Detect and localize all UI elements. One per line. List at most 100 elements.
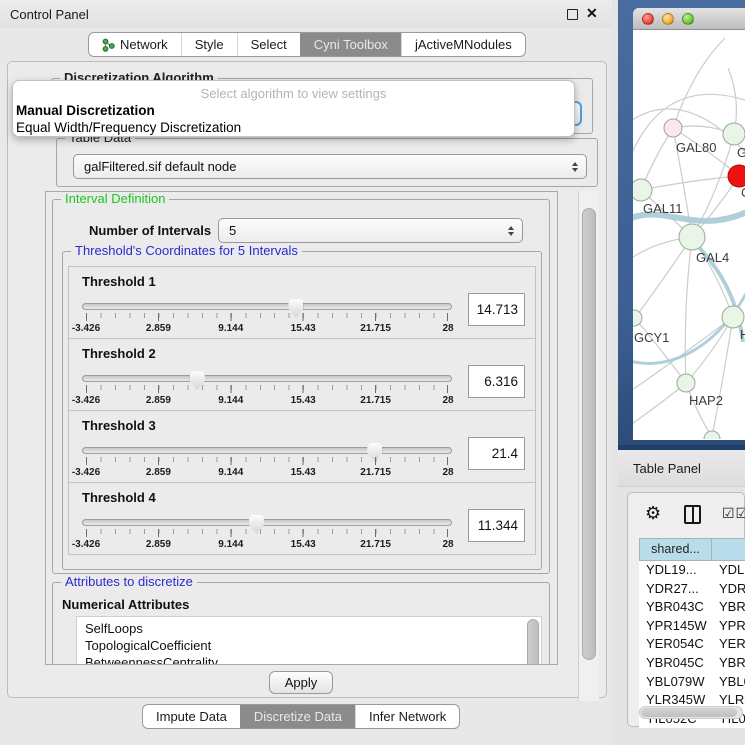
thresholds-group: Threshold's Coordinates for 5 Intervals … <box>62 251 542 570</box>
threshold-2-value-field[interactable]: 6.316 <box>468 365 525 398</box>
checkbox-icons[interactable]: ☑☑ <box>722 506 745 522</box>
menu-item-equal-width-frequency[interactable]: Equal Width/Frequency Discretization <box>16 120 241 135</box>
cell[interactable]: YDL19... <box>639 561 712 580</box>
menu-item-manual-discretization[interactable]: Manual Discretization <box>16 103 155 118</box>
cell[interactable]: YER054C <box>639 635 712 654</box>
scale-tick-label: 9.144 <box>218 539 243 550</box>
table-row[interactable]: YDL19...YDL1 <box>639 561 745 580</box>
slider-ticks <box>86 385 448 393</box>
slider-track[interactable] <box>82 447 452 454</box>
threshold-4-value-field[interactable]: 11.344 <box>468 509 525 542</box>
node-partial-top-right[interactable] <box>723 123 745 145</box>
cell[interactable]: YPR1 <box>712 617 745 636</box>
scale-tick-label: 2.859 <box>146 395 171 406</box>
table-panel-inner: ⚙ ☑☑ shared... n YDL19...YDL1 YDR27...YD… <box>627 492 745 727</box>
threshold-1-value-field[interactable]: 14.713 <box>468 293 525 326</box>
threshold-3-slider[interactable]: -3.426 2.859 9.144 15.43 21.715 28 <box>82 442 452 482</box>
float-window-icon[interactable] <box>567 9 578 20</box>
node-gal80[interactable] <box>664 119 682 137</box>
table-row[interactable]: YER054CYER0 <box>639 635 745 654</box>
network-canvas[interactable]: GAL80 G C GAL11 GAL4 GCY1 H HAP2 <box>633 30 745 439</box>
node-partial-bottom[interactable] <box>704 431 720 439</box>
threshold-2-label: Threshold 2 <box>82 346 525 361</box>
column-header-shared-name[interactable]: shared... <box>639 538 712 561</box>
number-of-intervals-spinner[interactable]: 5 <box>218 218 523 243</box>
node-label-gal80: GAL80 <box>676 140 716 155</box>
tab-cyni-toolbox[interactable]: Cyni Toolbox <box>300 33 401 56</box>
tab-impute-data[interactable]: Impute Data <box>143 705 240 728</box>
columns-icon[interactable] <box>684 505 701 524</box>
scale-tick-label: 21.715 <box>360 395 391 406</box>
threshold-3-value-field[interactable]: 21.4 <box>468 437 525 470</box>
threshold-2-slider[interactable]: -3.426 2.859 9.144 15.43 21.715 28 <box>82 370 452 410</box>
column-header-name[interactable]: n <box>712 538 745 561</box>
node-gcy1[interactable] <box>633 310 642 326</box>
threshold-row-4: Threshold 4 -3.426 2.859 9.144 <box>68 482 536 555</box>
list-item[interactable]: TopologicalCoefficient <box>85 637 541 654</box>
slider-track[interactable] <box>82 303 452 310</box>
control-panel-titlebar: Control Panel ✕ <box>0 0 612 28</box>
cell[interactable]: YDR2 <box>712 580 745 599</box>
bottom-tab-bar: Impute Data Discretize Data Infer Networ… <box>142 704 460 729</box>
close-traffic-light-icon[interactable] <box>642 13 654 25</box>
node-partial-right[interactable] <box>722 306 744 328</box>
minimize-traffic-light-icon[interactable] <box>662 13 674 25</box>
slider-ticks <box>86 313 448 321</box>
table-header-row: shared... n <box>639 538 745 561</box>
tab-network-label: Network <box>120 37 168 52</box>
table-row[interactable]: YBL079WYBL0 <box>639 673 745 692</box>
table-data-combobox[interactable]: galFiltered.sif default node <box>73 154 587 179</box>
cell[interactable]: YBR045C <box>639 654 712 673</box>
cell[interactable]: YBR043C <box>639 598 712 617</box>
threshold-4-slider[interactable]: -3.426 2.859 9.144 15.43 21.715 28 <box>82 514 452 554</box>
scale-tick-label: 28 <box>442 323 453 334</box>
threshold-1-slider[interactable]: -3.426 2.859 9.144 15.43 21.715 28 <box>82 298 452 338</box>
panel-title: Control Panel <box>10 7 89 22</box>
slider-track[interactable] <box>82 519 452 526</box>
table-row[interactable]: YBR045CYBR0 <box>639 654 745 673</box>
tab-select-label: Select <box>251 37 287 52</box>
settings-scrollbar[interactable] <box>578 191 599 701</box>
network-graph: GAL80 G C GAL11 GAL4 GCY1 H HAP2 <box>633 30 745 439</box>
node-gal11[interactable] <box>633 179 652 201</box>
table-row[interactable]: YBR043CYBR0 <box>639 598 745 617</box>
tab-select[interactable]: Select <box>237 33 300 56</box>
cell[interactable]: YBR0 <box>712 598 745 617</box>
table-horizontal-scrollbar[interactable] <box>639 706 743 719</box>
interval-definition-group: Interval Definition Number of Intervals … <box>52 199 550 574</box>
cell[interactable]: YDR27... <box>639 580 712 599</box>
tab-infer-network[interactable]: Infer Network <box>355 705 459 728</box>
slider-track[interactable] <box>82 375 452 382</box>
cell[interactable]: YPR145W <box>639 617 712 636</box>
node-hap2[interactable] <box>677 374 695 392</box>
list-scrollbar[interactable] <box>527 619 539 665</box>
node-gal4[interactable] <box>679 224 705 250</box>
node-selected-red[interactable] <box>728 165 745 187</box>
cell[interactable]: YER0 <box>712 635 745 654</box>
algorithm-dropdown-popup: Select algorithm to view settings Manual… <box>12 80 575 137</box>
list-item[interactable]: SelfLoops <box>85 620 541 637</box>
table-row[interactable]: YPR145WYPR1 <box>639 617 745 636</box>
cell[interactable]: YBL079W <box>639 673 712 692</box>
list-item[interactable]: BetweennessCentrality <box>85 654 541 665</box>
apply-button[interactable]: Apply <box>269 671 333 694</box>
table-row[interactable]: YDR27...YDR2 <box>639 580 745 599</box>
table-panel-titlebar: Table Panel <box>618 450 745 487</box>
tab-style[interactable]: Style <box>181 33 237 56</box>
scrollbar-thumb[interactable] <box>641 708 737 717</box>
gear-icon[interactable]: ⚙ <box>645 503 661 524</box>
network-tab-icon <box>102 38 115 52</box>
scale-tick-label: 28 <box>442 467 453 478</box>
scrollbar-thumb[interactable] <box>582 208 596 660</box>
cell[interactable]: YBL0 <box>712 673 745 692</box>
zoom-traffic-light-icon[interactable] <box>682 13 694 25</box>
numerical-attributes-list[interactable]: SelfLoops TopologicalCoefficient Between… <box>76 616 542 665</box>
tab-discretize-data[interactable]: Discretize Data <box>240 705 355 728</box>
cell[interactable]: YBR0 <box>712 654 745 673</box>
tab-jactivemnodules[interactable]: jActiveMNodules <box>401 33 525 56</box>
cell[interactable]: YDL1 <box>712 561 745 580</box>
network-window-titlebar[interactable] <box>633 8 745 30</box>
table-data-value: galFiltered.sif default node <box>84 159 236 174</box>
close-icon[interactable]: ✕ <box>586 5 598 22</box>
tab-network[interactable]: Network <box>89 33 181 56</box>
